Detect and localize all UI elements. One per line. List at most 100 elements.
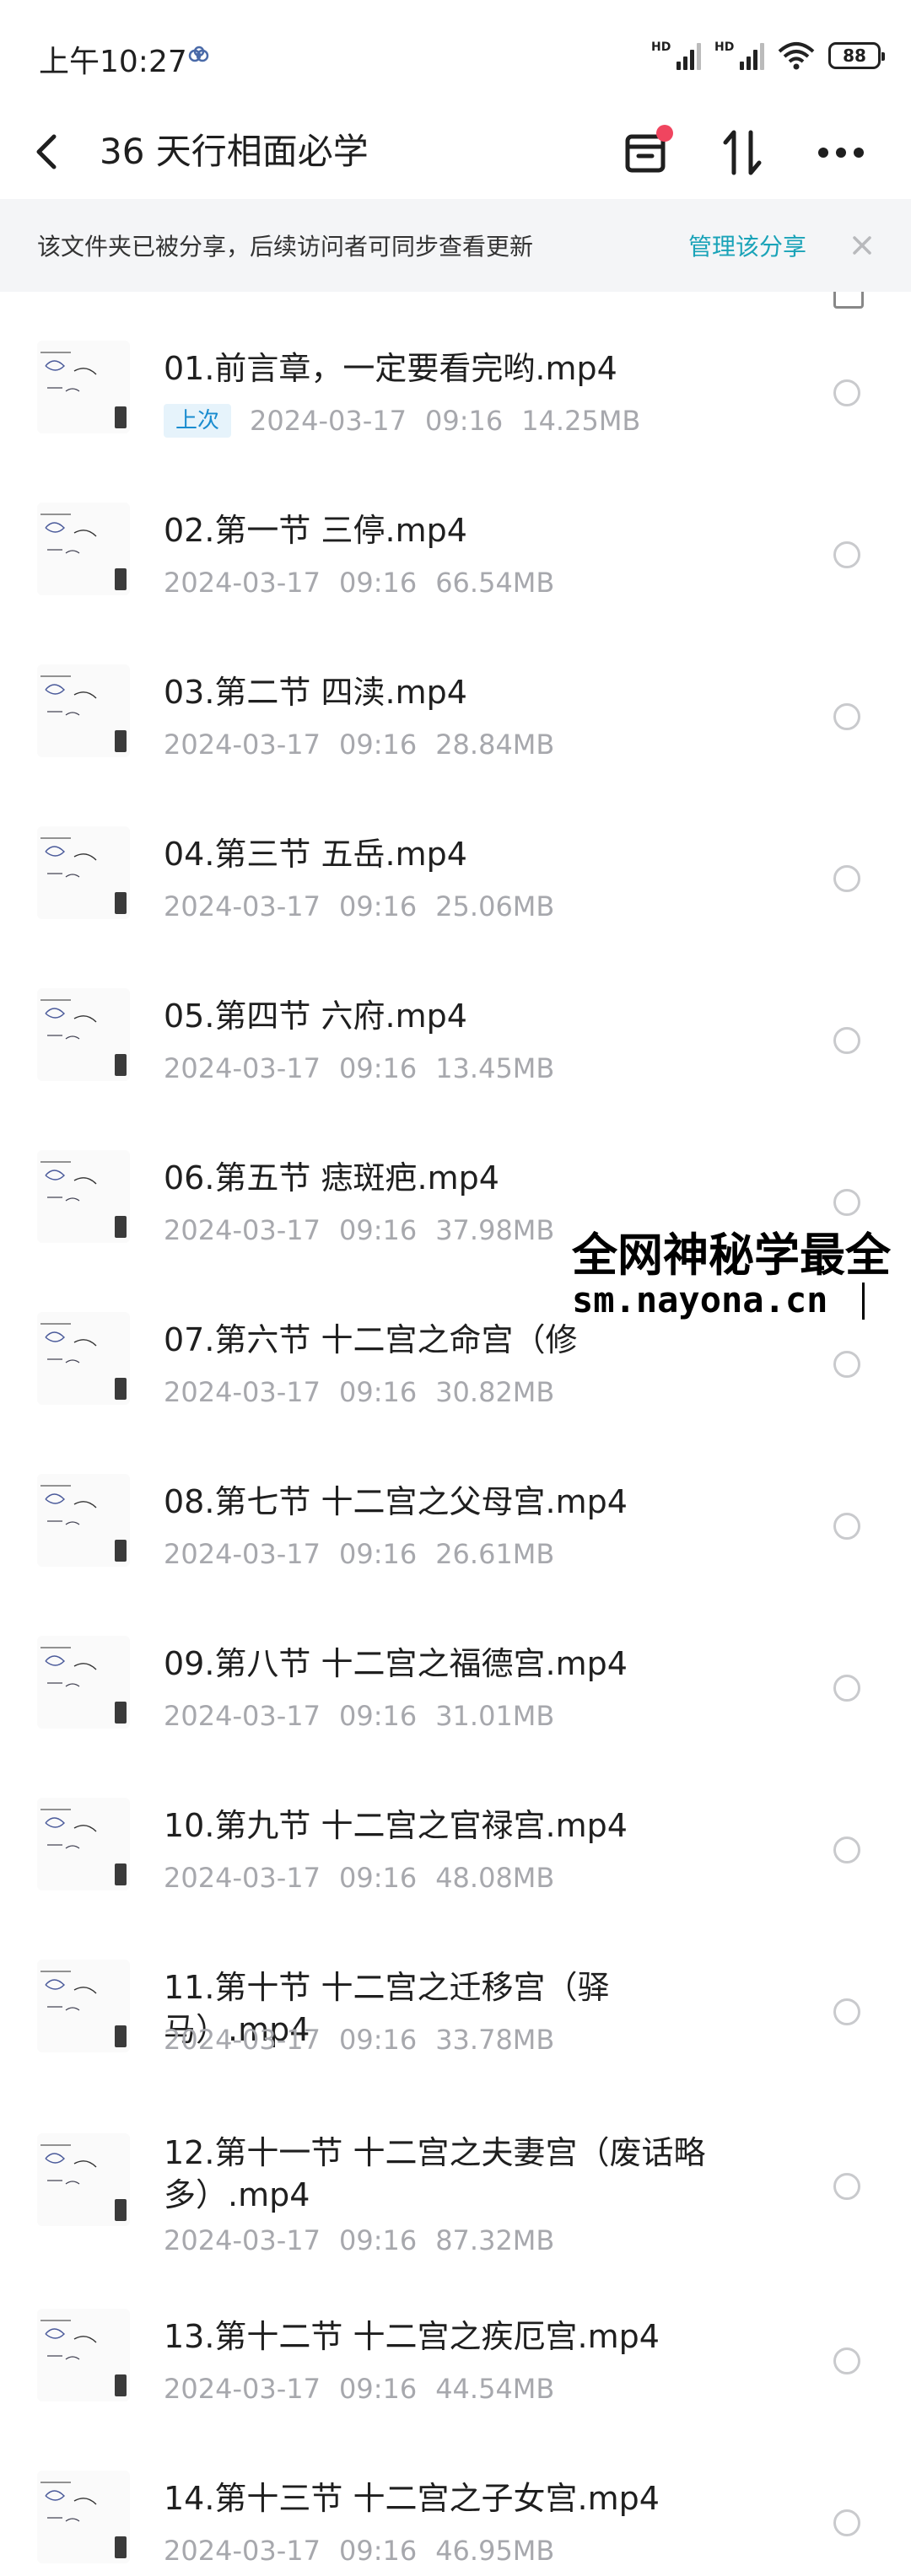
close-banner-button[interactable] (847, 230, 877, 261)
manage-share-link[interactable]: 管理该分享 (688, 229, 806, 262)
select-radio[interactable] (833, 1675, 860, 1702)
file-size: 26.61MB (435, 1538, 555, 1570)
status-bar: 上午10:27 HD HD 88 (0, 0, 911, 110)
file-row[interactable]: 08.第七节 十二宫之父母宫.mp4 2024-03-17 09:16 26.61MB (0, 1449, 911, 1611)
more-icon (818, 148, 864, 158)
video-thumbnail (37, 1150, 130, 1243)
signal-icon: HD (651, 41, 701, 70)
file-date: 2024-03-17 (164, 1214, 321, 1246)
file-time: 09:16 (338, 2535, 418, 2567)
file-size: 87.32MB (435, 2224, 555, 2256)
file-name: 07.第六节 十二宫之命宫（修 (164, 1321, 578, 1358)
file-time: 09:16 (338, 2373, 418, 2405)
select-radio[interactable] (833, 1351, 860, 1378)
list-header-remnant (0, 292, 911, 315)
file-time: 09:16 (338, 2224, 418, 2256)
share-banner-text: 该文件夹已被分享，后续访问者可同步查看更新 (37, 233, 534, 261)
select-radio[interactable] (833, 865, 860, 892)
file-row[interactable]: 10.第九节 十二宫之官禄宫.mp4 2024-03-17 09:16 48.08MB (0, 1772, 911, 1934)
last-viewed-badge: 上次 (164, 404, 232, 438)
file-row[interactable]: 12.第十一节 十二宫之夫妻宫（废话略多）.mp4 2024-03-17 09:16… (0, 2096, 911, 2283)
file-time: 09:16 (338, 1862, 418, 1894)
watermark-line1: 全网神秘学最全 (572, 1229, 891, 1282)
select-radio[interactable] (833, 703, 860, 730)
video-thumbnail (37, 1798, 130, 1890)
video-thumbnail (37, 503, 130, 595)
select-radio[interactable] (833, 2509, 860, 2536)
file-size: 14.25MB (521, 405, 641, 437)
select-radio[interactable] (833, 541, 860, 568)
file-date: 2024-03-17 (164, 2373, 321, 2405)
file-name: 09.第八节 十二宫之福德宫.mp4 (164, 1645, 628, 1682)
video-thumbnail (37, 1312, 130, 1405)
file-meta: 2024-03-17 09:16 25.06MB (164, 889, 573, 924)
select-radio[interactable] (833, 1998, 860, 2025)
chevron-left-icon (36, 134, 57, 169)
file-date: 2024-03-17 (164, 2535, 321, 2567)
file-row[interactable]: 05.第四节 六府.mp4 2024-03-17 09:16 13.45MB (0, 963, 911, 1125)
file-row[interactable]: 03.第二节 四渎.mp4 2024-03-17 09:16 28.84MB (0, 639, 911, 801)
file-meta: 2024-03-17 09:16 48.08MB (164, 1860, 573, 1896)
file-meta: 上次 2024-03-17 09:16 14.25MB (164, 403, 659, 438)
battery-icon: 88 (828, 42, 885, 69)
file-date: 2024-03-17 (164, 567, 321, 599)
wifi-icon (778, 42, 815, 70)
file-row[interactable]: 04.第三节 五岳.mp4 2024-03-17 09:16 25.06MB (0, 801, 911, 963)
file-size: 33.78MB (435, 2024, 555, 2056)
file-time: 09:16 (338, 1538, 418, 1570)
file-date: 2024-03-17 (250, 405, 407, 437)
file-time: 09:16 (338, 2024, 418, 2056)
file-time: 09:16 (338, 1376, 418, 1408)
file-size: 46.95MB (435, 2535, 555, 2567)
video-thumbnail (37, 2309, 130, 2401)
file-meta: 2024-03-17 09:16 37.98MB (164, 1213, 573, 1248)
file-meta: 2024-03-17 09:16 30.82MB (164, 1374, 573, 1410)
video-thumbnail (37, 826, 130, 919)
video-thumbnail (37, 2133, 130, 2226)
file-time: 09:16 (338, 567, 418, 599)
file-row[interactable]: 13.第十二节 十二宫之疾厄宫.mp4 2024-03-17 09:16 44.54M… (0, 2283, 911, 2445)
file-meta: 2024-03-17 09:16 87.32MB (164, 2223, 573, 2258)
sort-button[interactable] (714, 123, 773, 182)
file-time: 09:16 (338, 890, 418, 922)
inbox-button[interactable] (616, 123, 675, 182)
select-radio[interactable] (833, 379, 860, 406)
file-meta: 2024-03-17 09:16 44.54MB (164, 2371, 573, 2407)
video-thumbnail (37, 1636, 130, 1729)
file-name: 14.第十三节 十二宫之子女宫.mp4 (164, 2480, 660, 2517)
file-row[interactable]: 01.前言章，一定要看完哟.mp4 上次 2024-03-17 09:16 14.25M… (0, 315, 911, 477)
file-time: 09:16 (338, 1700, 418, 1732)
select-radio[interactable] (833, 2173, 860, 2200)
file-row[interactable]: 02.第一节 三停.mp4 2024-03-17 09:16 66.54MB (0, 477, 911, 639)
file-row[interactable]: 14.第十三节 十二宫之子女宫.mp4 2024-03-17 09:16 46.95M… (0, 2445, 911, 2576)
file-meta: 2024-03-17 09:16 33.78MB (164, 2022, 573, 2057)
page-title: 36 天行相面必学 (100, 131, 369, 172)
file-name: 13.第十二节 十二宫之疾厄宫.mp4 (164, 2318, 660, 2355)
video-thumbnail (37, 1474, 130, 1567)
select-radio[interactable] (833, 1189, 860, 1216)
select-radio[interactable] (833, 1837, 860, 1863)
select-radio[interactable] (833, 1027, 860, 1054)
file-size: 48.08MB (435, 1862, 555, 1894)
file-row[interactable]: 09.第八节 十二宫之福德宫.mp4 2024-03-17 09:16 31.01MB (0, 1611, 911, 1772)
file-name: 10.第九节 十二宫之官禄宫.mp4 (164, 1807, 628, 1844)
back-button[interactable] (34, 128, 76, 175)
select-radio[interactable] (833, 2347, 860, 2374)
nav-bar: 36 天行相面必学 (0, 110, 911, 194)
file-row[interactable]: 11.第十节 十二宫之迁移宫（驿马）.mp4 2024-03-17 09:16 33.… (0, 1934, 911, 2096)
status-icons: HD HD 88 (651, 39, 885, 73)
file-name: 03.第二节 四渎.mp4 (164, 674, 467, 711)
file-meta: 2024-03-17 09:16 13.45MB (164, 1051, 573, 1086)
file-name: 04.第三节 五岳.mp4 (164, 836, 467, 873)
file-name: 01.前言章，一定要看完哟.mp4 (164, 350, 617, 387)
file-meta: 2024-03-17 09:16 46.95MB (164, 2533, 573, 2568)
more-button[interactable] (811, 123, 871, 182)
file-size: 30.82MB (435, 1376, 555, 1408)
file-meta: 2024-03-17 09:16 26.61MB (164, 1536, 573, 1572)
sort-icon (723, 130, 762, 175)
file-date: 2024-03-17 (164, 1700, 321, 1732)
watermark: 全网神秘学最全 sm.nayona.cn (570, 1229, 911, 1323)
cloud-sync-icon (188, 46, 209, 62)
select-radio[interactable] (833, 1513, 860, 1540)
close-icon (853, 236, 871, 255)
